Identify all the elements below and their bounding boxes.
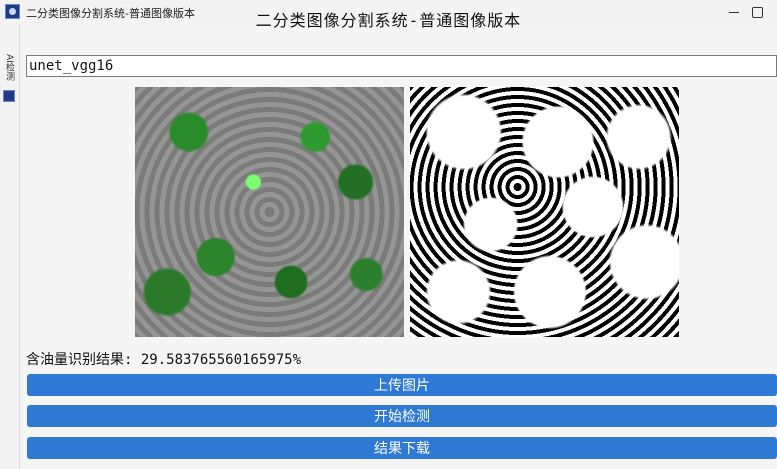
start-detection-button[interactable]: 开始检测 xyxy=(27,405,777,427)
model-name-field[interactable]: unet_vgg16 xyxy=(26,55,777,77)
upload-image-button[interactable]: 上传图片 xyxy=(27,374,777,396)
segmentation-mask-preview xyxy=(410,87,679,337)
oil-content-result-text: 含油量识别结果: 29.583765560165975% xyxy=(26,352,302,368)
download-result-button[interactable]: 结果下载 xyxy=(27,437,777,459)
side-tab-ai-detection[interactable]: AI检测 xyxy=(0,24,20,102)
tab-app-icon xyxy=(3,90,15,102)
side-tab-label: AI检测 xyxy=(4,54,14,81)
original-image-preview xyxy=(135,87,404,337)
page-title: 二分类图像分割系统-普通图像版本 xyxy=(255,11,522,30)
